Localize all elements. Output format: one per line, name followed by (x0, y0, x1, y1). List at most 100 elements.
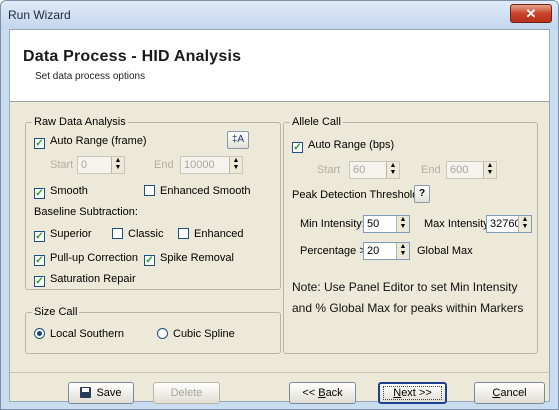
back-button[interactable]: << Back (289, 382, 356, 404)
auto-range-frame-label: Auto Range (frame) (50, 135, 147, 147)
max-intensity-spinner[interactable]: 32760 ▲ ▼ (486, 215, 532, 233)
spike-removal-label: Spike Removal (160, 252, 234, 264)
raw-end-spin-arrows-icon[interactable]: ▲ ▼ (229, 157, 242, 173)
pullup-correction-check-icon: ✓ (34, 255, 45, 266)
raw-data-analysis-legend: Raw Data Analysis (32, 116, 128, 128)
max-intensity-spin-arrows-icon[interactable]: ▲ ▼ (518, 216, 531, 232)
allele-end-label: End (421, 164, 441, 176)
title-bar[interactable]: Run Wizard ✕ (1, 1, 558, 29)
close-icon: ✕ (525, 6, 537, 21)
size-call-group: Size Call Local Southern Cubic Spline (25, 306, 281, 354)
allele-end-spinner[interactable]: 600 ▲ ▼ (446, 161, 497, 179)
auto-range-bps-label: Auto Range (bps) (308, 139, 395, 151)
floppy-disk-icon (80, 387, 92, 398)
local-southern-label: Local Southern (50, 328, 124, 340)
back-button-prefix: << (302, 387, 319, 399)
raw-start-value: 0 (81, 159, 88, 171)
wizard-client-area: Data Process - HID Analysis Set data pro… (9, 29, 550, 404)
smooth-checkbox[interactable]: ✓ Smooth (34, 185, 88, 199)
enhanced-smooth-check-icon (144, 185, 155, 196)
save-button-label: Save (96, 387, 122, 399)
next-button-focus-ring (383, 386, 442, 400)
raw-end-spinner[interactable]: 10000 ▲ ▼ (180, 156, 243, 174)
classic-label: Classic (128, 228, 164, 240)
max-intensity-value: 32760 (490, 218, 521, 230)
enhanced-check-icon (178, 228, 189, 239)
panel-editor-note: Note: Use Panel Editor to set Min Intens… (292, 280, 524, 315)
pullup-correction-label: Pull-up Correction (50, 252, 139, 264)
min-intensity-value: 50 (367, 218, 380, 230)
saturation-repair-check-icon: ✓ (34, 276, 45, 287)
classic-checkbox[interactable]: Classic (112, 228, 163, 240)
enhanced-checkbox[interactable]: Enhanced (178, 228, 244, 240)
percentage-value: 20 (367, 245, 380, 257)
peak-detection-threshold-label: Peak Detection Threshold: (292, 189, 422, 201)
raw-data-analysis-group: Raw Data Analysis ✓ Auto Range (frame) ‡A… (25, 116, 281, 290)
min-intensity-spin-arrows-icon[interactable]: ▲ ▼ (396, 216, 409, 232)
cubic-spline-label: Cubic Spline (173, 328, 235, 340)
allele-start-spinner[interactable]: 60 ▲ ▼ (349, 161, 400, 179)
save-button[interactable]: Save (68, 382, 134, 404)
auto-range-bps-check-icon: ✓ (292, 142, 303, 153)
min-intensity-spinner[interactable]: 50 ▲ ▼ (363, 215, 410, 233)
size-call-legend: Size Call (32, 306, 80, 318)
allele-call-group: Allele Call ✓ Auto Range (bps) Start 60 ▲… (283, 116, 538, 354)
spike-removal-checkbox[interactable]: ✓ Spike Removal (144, 252, 234, 266)
min-intensity-label: Min Intensity: (300, 218, 365, 230)
cancel-button[interactable]: Cancel (474, 382, 545, 404)
help-icon: ? (418, 188, 426, 199)
allele-end-spin-arrows-icon[interactable]: ▲ ▼ (483, 162, 496, 178)
allele-start-spin-arrows-icon[interactable]: ▲ ▼ (386, 162, 399, 178)
raw-start-spinner[interactable]: 0 ▲ ▼ (77, 156, 125, 174)
local-southern-radio-icon (34, 328, 45, 339)
global-max-label: Global Max (417, 245, 473, 257)
auto-range-frame-checkbox[interactable]: ✓ Auto Range (frame) (34, 135, 147, 149)
page-subtitle: Set data process options (35, 71, 146, 82)
enhanced-label: Enhanced (194, 228, 244, 240)
page-title: Data Process - HID Analysis (23, 48, 242, 65)
close-button[interactable]: ✕ (510, 4, 552, 23)
delete-button-label: Delete (170, 387, 203, 399)
saturation-repair-label: Saturation Repair (50, 273, 136, 285)
baseline-subtraction-label: Baseline Subtraction: (34, 206, 138, 218)
auto-range-bps-checkbox[interactable]: ✓ Auto Range (bps) (292, 139, 394, 153)
back-button-rest: ack (325, 387, 343, 399)
cubic-spline-radio-icon (157, 328, 168, 339)
peak-threshold-help-button[interactable]: ? (414, 185, 430, 203)
raw-end-label: End (154, 159, 174, 171)
raw-start-spin-arrows-icon[interactable]: ▲ ▼ (111, 157, 124, 173)
allele-end-value: 600 (450, 164, 469, 176)
footer-separator (10, 372, 549, 373)
range-tool-icon: ‡A (231, 134, 245, 145)
local-southern-radio[interactable]: Local Southern (34, 328, 124, 340)
spike-removal-check-icon: ✓ (144, 255, 155, 266)
allele-start-value: 60 (353, 164, 366, 176)
next-button[interactable]: Next >> (378, 382, 447, 404)
saturation-repair-checkbox[interactable]: ✓ Saturation Repair (34, 273, 136, 287)
cubic-spline-radio[interactable]: Cubic Spline (157, 328, 235, 340)
cancel-button-rest: ancel (500, 387, 527, 399)
percentage-label: Percentage > (300, 245, 366, 257)
superior-label: Superior (50, 228, 92, 240)
back-button-accel: B (318, 387, 326, 399)
wizard-header: Data Process - HID Analysis Set data pro… (10, 30, 549, 102)
percentage-spin-arrows-icon[interactable]: ▲ ▼ (396, 243, 409, 259)
allele-call-legend: Allele Call (290, 116, 343, 128)
smooth-check-icon: ✓ (34, 188, 45, 199)
raw-start-label: Start (50, 159, 74, 171)
window-title: Run Wizard (8, 8, 71, 22)
classic-check-icon (112, 228, 123, 239)
auto-range-frame-check-icon: ✓ (34, 138, 45, 149)
superior-check-icon: ✓ (34, 231, 45, 242)
delete-button[interactable]: Delete (153, 382, 220, 404)
smooth-label: Smooth (50, 185, 88, 197)
raw-end-value: 10000 (184, 159, 215, 171)
superior-checkbox[interactable]: ✓ Superior (34, 228, 92, 242)
enhanced-smooth-checkbox[interactable]: Enhanced Smooth (144, 185, 251, 197)
enhanced-smooth-label: Enhanced Smooth (160, 185, 251, 197)
range-tool-button[interactable]: ‡A (227, 131, 249, 149)
run-wizard-window: Run Wizard ✕ Data Process - HID Analysis… (0, 0, 559, 410)
allele-start-label: Start (317, 164, 341, 176)
pullup-correction-checkbox[interactable]: ✓ Pull-up Correction (34, 252, 138, 266)
percentage-spinner[interactable]: 20 ▲ ▼ (363, 242, 410, 260)
